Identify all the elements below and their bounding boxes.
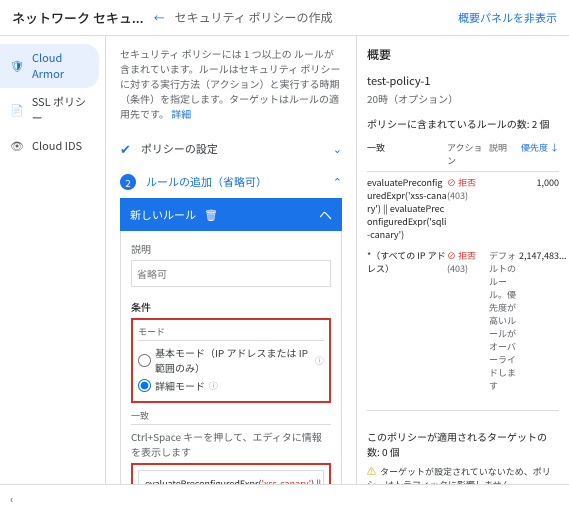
footer: ‹ [0, 484, 569, 512]
desc-label: 説明 [131, 241, 331, 256]
sidebar-item-label: SSL ポリシー [32, 94, 95, 126]
help-icon[interactable]: ⓘ [209, 379, 218, 392]
rule-panel-header: 新しいルール 🗑 ヘ [120, 198, 342, 231]
desc-input[interactable] [131, 260, 331, 287]
mode-advanced-radio[interactable]: 詳細モード ⓘ [138, 378, 324, 393]
rule-panel-body: 説明 条件 モード 基本モード（IP アドレスまたは IP 範囲のみ） ⓘ 詳細… [120, 231, 342, 484]
detail-link[interactable]: 詳細 [171, 106, 191, 121]
main-content: セキュリティ ポリシーには 1 つ以上の ルールが含まれています。ルールはセキュ… [106, 36, 357, 484]
step-number: 2 [120, 174, 136, 190]
table-row: evaluatePreconfiguredExpr('xss-canary') … [367, 172, 559, 245]
shield-icon: 🛡 [10, 58, 24, 74]
collapse-icon[interactable]: ヘ [319, 205, 332, 224]
product-title: ネットワーク セキュ... [12, 8, 144, 27]
summary-title: 概要 [367, 46, 559, 63]
table-header: 一致 アクション 説明 優先度 ↓ [367, 137, 559, 172]
page-title: セキュリティ ポリシーの作成 [175, 9, 333, 26]
trash-icon[interactable]: 🗑 [204, 207, 218, 223]
doc-icon: 📄 [10, 102, 24, 118]
sidebar-item-cloud-armor[interactable]: 🛡 Cloud Armor [0, 44, 99, 88]
chevron-up-icon[interactable]: ⌃ [333, 174, 342, 190]
sidebar-item-ids[interactable]: 👁 Cloud IDS [0, 132, 105, 160]
header: ネットワーク セキュ... ← セキュリティ ポリシーの作成 概要パネルを非表示 [0, 0, 569, 36]
policy-name: test-policy-1 [367, 73, 559, 89]
collapse-icon[interactable]: ‹ [10, 491, 13, 507]
mode-label: モード [138, 325, 324, 341]
help-icon[interactable]: ⓘ [315, 354, 324, 367]
back-icon[interactable]: ← [154, 10, 165, 26]
sidebar: 🛡 Cloud Armor 📄 SSL ポリシー 👁 Cloud IDS [0, 36, 106, 484]
match-label: 一致 [131, 409, 331, 425]
summary-panel: 概要 test-policy-1 20時（オプション） ポリシーに含まれているル… [357, 36, 569, 484]
eye-icon: 👁 [10, 138, 24, 154]
chevron-down-icon[interactable]: ⌄ [333, 141, 342, 157]
check-icon: ✔ [120, 139, 131, 158]
mode-highlight: モード 基本モード（IP アドレスまたは IP 範囲のみ） ⓘ 詳細モード ⓘ [131, 318, 331, 403]
step-1[interactable]: ✔ ポリシーの設定 ⌄ [120, 131, 342, 166]
toggle-panel-link[interactable]: 概要パネルを非表示 [458, 10, 557, 26]
sidebar-item-label: Cloud IDS [32, 138, 82, 154]
step-2[interactable]: 2 ルールの追加（省略可） ⌃ [120, 166, 342, 198]
sidebar-item-label: Cloud Armor [32, 50, 89, 82]
code-editor[interactable]: evaluatePreconfiguredExpr('xss-canary') … [138, 470, 324, 484]
table-row: *（すべての IP アドレス） 拒否(403) デフォルトのルール。優先度が高い… [367, 245, 559, 396]
code-highlight: evaluatePreconfiguredExpr('xss-canary') … [131, 463, 331, 484]
mode-basic-radio[interactable]: 基本モード（IP アドレスまたは IP 範囲のみ） ⓘ [138, 345, 324, 375]
panel-title: 新しいルール [130, 207, 196, 223]
description: セキュリティ ポリシーには 1 つ以上の ルールが含まれています。ルールはセキュ… [120, 46, 342, 121]
warning-icon: ⚠ [367, 465, 376, 478]
sidebar-item-ssl[interactable]: 📄 SSL ポリシー [0, 88, 105, 132]
condition-label: 条件 [131, 299, 331, 314]
